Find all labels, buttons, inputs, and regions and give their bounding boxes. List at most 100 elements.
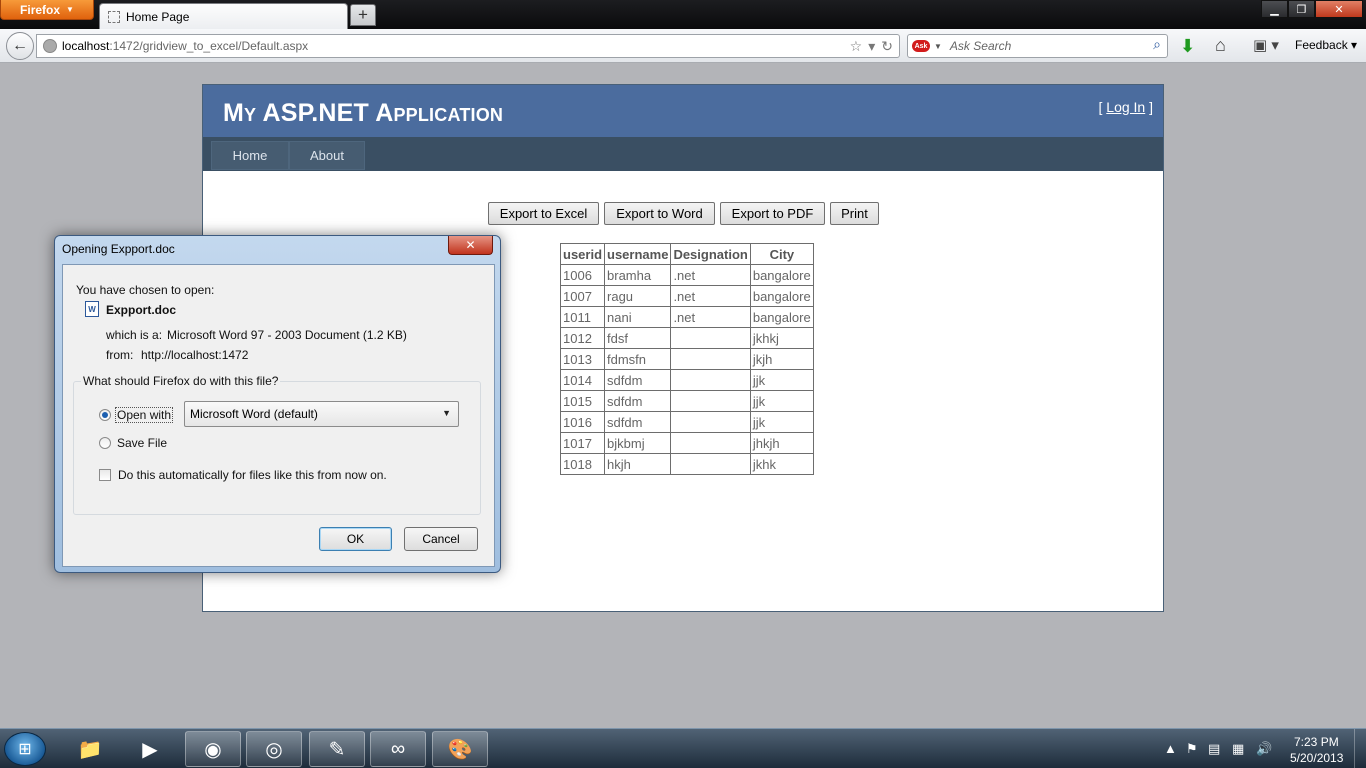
open-with-select[interactable]: Microsoft Word (default) ▼ — [184, 401, 459, 427]
export-to-pdf-button[interactable]: Export to PDF — [720, 202, 825, 225]
paint-icon[interactable]: 🎨 — [432, 731, 488, 767]
bookmark-icon[interactable]: ▣ ▾ — [1253, 36, 1279, 54]
ok-button[interactable]: OK — [319, 527, 392, 551]
export-to-word-button[interactable]: Export to Word — [604, 202, 715, 225]
firefox-menu-button[interactable]: Firefox ▼ — [0, 0, 94, 20]
do-automatically-checkbox[interactable] — [99, 469, 111, 481]
maximize-icon[interactable]: ❐ — [1288, 0, 1315, 18]
show-desktop-button[interactable] — [1354, 729, 1366, 768]
grid-cell: 1012 — [559, 327, 606, 349]
minimize-icon[interactable]: ▁ — [1261, 0, 1288, 18]
vs-tools-icon[interactable]: ✎ — [309, 731, 365, 767]
network-icon[interactable]: ▦ — [1232, 741, 1244, 757]
tab-home-page[interactable]: Home Page — [99, 3, 348, 29]
new-tab-button[interactable]: + — [350, 4, 376, 26]
reload-icon[interactable]: ↻ — [881, 38, 893, 55]
clock-date[interactable]: 5/20/2013 — [1290, 751, 1343, 765]
chevron-up-icon[interactable]: ▲ — [1164, 741, 1177, 756]
chevron-down-icon: ▼ — [66, 5, 74, 14]
grid-cell: sdfdm — [604, 369, 672, 391]
save-file-radio[interactable] — [99, 437, 111, 449]
url-bar[interactable]: localhost:1472/gridview_to_excel/Default… — [36, 34, 900, 58]
print-button[interactable]: Print — [830, 202, 879, 225]
grid-cell — [670, 411, 751, 433]
star-icon[interactable]: ☆ — [850, 38, 863, 55]
dialog-title: Opening Expport.doc — [62, 242, 175, 256]
volume-icon[interactable]: 🔊 — [1256, 741, 1272, 757]
grid-cell: fdsf — [604, 327, 672, 349]
search-bar[interactable]: Ask ▼ Ask Search ⌕ — [907, 34, 1168, 58]
firefox-menu-label: Firefox — [20, 2, 61, 17]
grid-cell — [670, 432, 751, 454]
table-row: 1012 fdsf jkhkj — [559, 327, 814, 349]
table-row: 1011 nani .net bangalore — [559, 306, 814, 328]
start-button[interactable]: ⊞ — [4, 732, 46, 766]
table-row: 1018 hkjh jkhk — [559, 453, 814, 475]
back-icon[interactable]: ← — [6, 32, 34, 60]
visual-studio-icon[interactable]: ∞ — [370, 731, 426, 767]
grid-header-cell: City — [749, 243, 814, 265]
grid-cell: fdmsfn — [604, 348, 672, 370]
grid-cell: nani — [604, 306, 672, 328]
action-center-flag-icon[interactable]: ⚑ — [1186, 741, 1198, 757]
navigation-toolbar: ← localhost:1472/gridview_to_excel/Defau… — [0, 29, 1366, 63]
url-actions: ☆ ▾ ↻ — [850, 38, 893, 55]
grid-cell: bjkbmj — [604, 432, 672, 454]
file-name: Expport.doc — [106, 303, 177, 317]
page-title: My ASP.NET Application — [223, 99, 504, 127]
grid-cell: 1013 — [559, 348, 606, 370]
search-icon[interactable]: ⌕ — [1153, 36, 1161, 53]
grid-cell: jjk — [749, 390, 814, 412]
chrome-icon[interactable]: ◎ — [246, 731, 302, 767]
login-area: [ Log In ] — [1099, 99, 1154, 115]
media-player-icon[interactable]: ▶ — [122, 731, 178, 767]
grid-cell: jkjh — [749, 348, 814, 370]
grid-cell — [670, 390, 751, 412]
grid-cell: ragu — [604, 285, 672, 307]
grid-cell — [670, 327, 751, 349]
grid-cell: 1016 — [559, 411, 606, 433]
grid-cell: .net — [670, 264, 751, 286]
open-with-value: Microsoft Word (default) — [190, 407, 318, 421]
grid-cell — [670, 453, 751, 475]
opening-file-dialog: Opening Expport.doc ✕ You have chosen to… — [54, 235, 501, 573]
export-to-excel-button[interactable]: Export to Excel — [488, 202, 599, 225]
grid-cell: jkhkj — [749, 327, 814, 349]
grid-cell: 1006 — [559, 264, 606, 286]
device-icon[interactable]: ▤ — [1208, 741, 1220, 757]
do-automatically-label[interactable]: Do this automatically for files like thi… — [118, 468, 387, 482]
close-icon[interactable]: ✕ — [448, 236, 493, 255]
file-source-label: from: — [106, 348, 134, 362]
tab-title: Home Page — [126, 9, 190, 24]
grid-cell: 1017 — [559, 432, 606, 454]
open-with-label[interactable]: Open with — [115, 407, 174, 423]
home-icon[interactable]: ⌂ — [1215, 35, 1226, 56]
cancel-button[interactable]: Cancel — [404, 527, 478, 551]
clock-time[interactable]: 7:23 PM — [1294, 735, 1339, 749]
windows-taskbar: ⊞ 📁 ▶ ◉ ◎ ✎ ∞ 🎨 ▲ ⚑ ▤ ▦ 🔊 7:23 PM 5/20/2… — [0, 728, 1366, 768]
search-placeholder: Ask Search — [949, 39, 1012, 53]
download-icon[interactable]: ⬇ — [1180, 36, 1195, 57]
grid-cell: jkhk — [749, 453, 814, 475]
feedback-button[interactable]: Feedback ▾ — [1295, 38, 1357, 52]
open-with-radio[interactable] — [99, 409, 111, 421]
menu-item-home[interactable]: Home — [211, 141, 289, 170]
firefox-icon[interactable]: ◉ — [185, 731, 241, 767]
menu-item-about[interactable]: About — [289, 141, 365, 170]
dialog-body: You have chosen to open: W Expport.doc w… — [62, 264, 495, 567]
save-file-label[interactable]: Save File — [117, 436, 167, 450]
explorer-icon[interactable]: 📁 — [62, 731, 118, 767]
grid-cell: bramha — [604, 264, 672, 286]
table-row: 1014 sdfdm jjk — [559, 369, 814, 391]
login-link[interactable]: Log In — [1106, 99, 1145, 115]
close-icon[interactable]: ✕ — [1315, 0, 1363, 18]
url-path: :1472/gridview_to_excel/Default.aspx — [109, 39, 309, 53]
grid-cell: bangalore — [749, 264, 814, 286]
grid-cell: hkjh — [604, 453, 672, 475]
dropdown-arrow-icon[interactable]: ▾ — [868, 38, 875, 55]
search-engine-dropdown-icon[interactable]: ▼ — [934, 42, 942, 51]
grid-cell: jjk — [749, 369, 814, 391]
ask-logo-icon: Ask — [912, 40, 930, 52]
grid-body: 1006 bramha .net bangalore 1007 ragu .net banga… — [559, 264, 814, 475]
grid-cell: 1011 — [559, 306, 606, 328]
